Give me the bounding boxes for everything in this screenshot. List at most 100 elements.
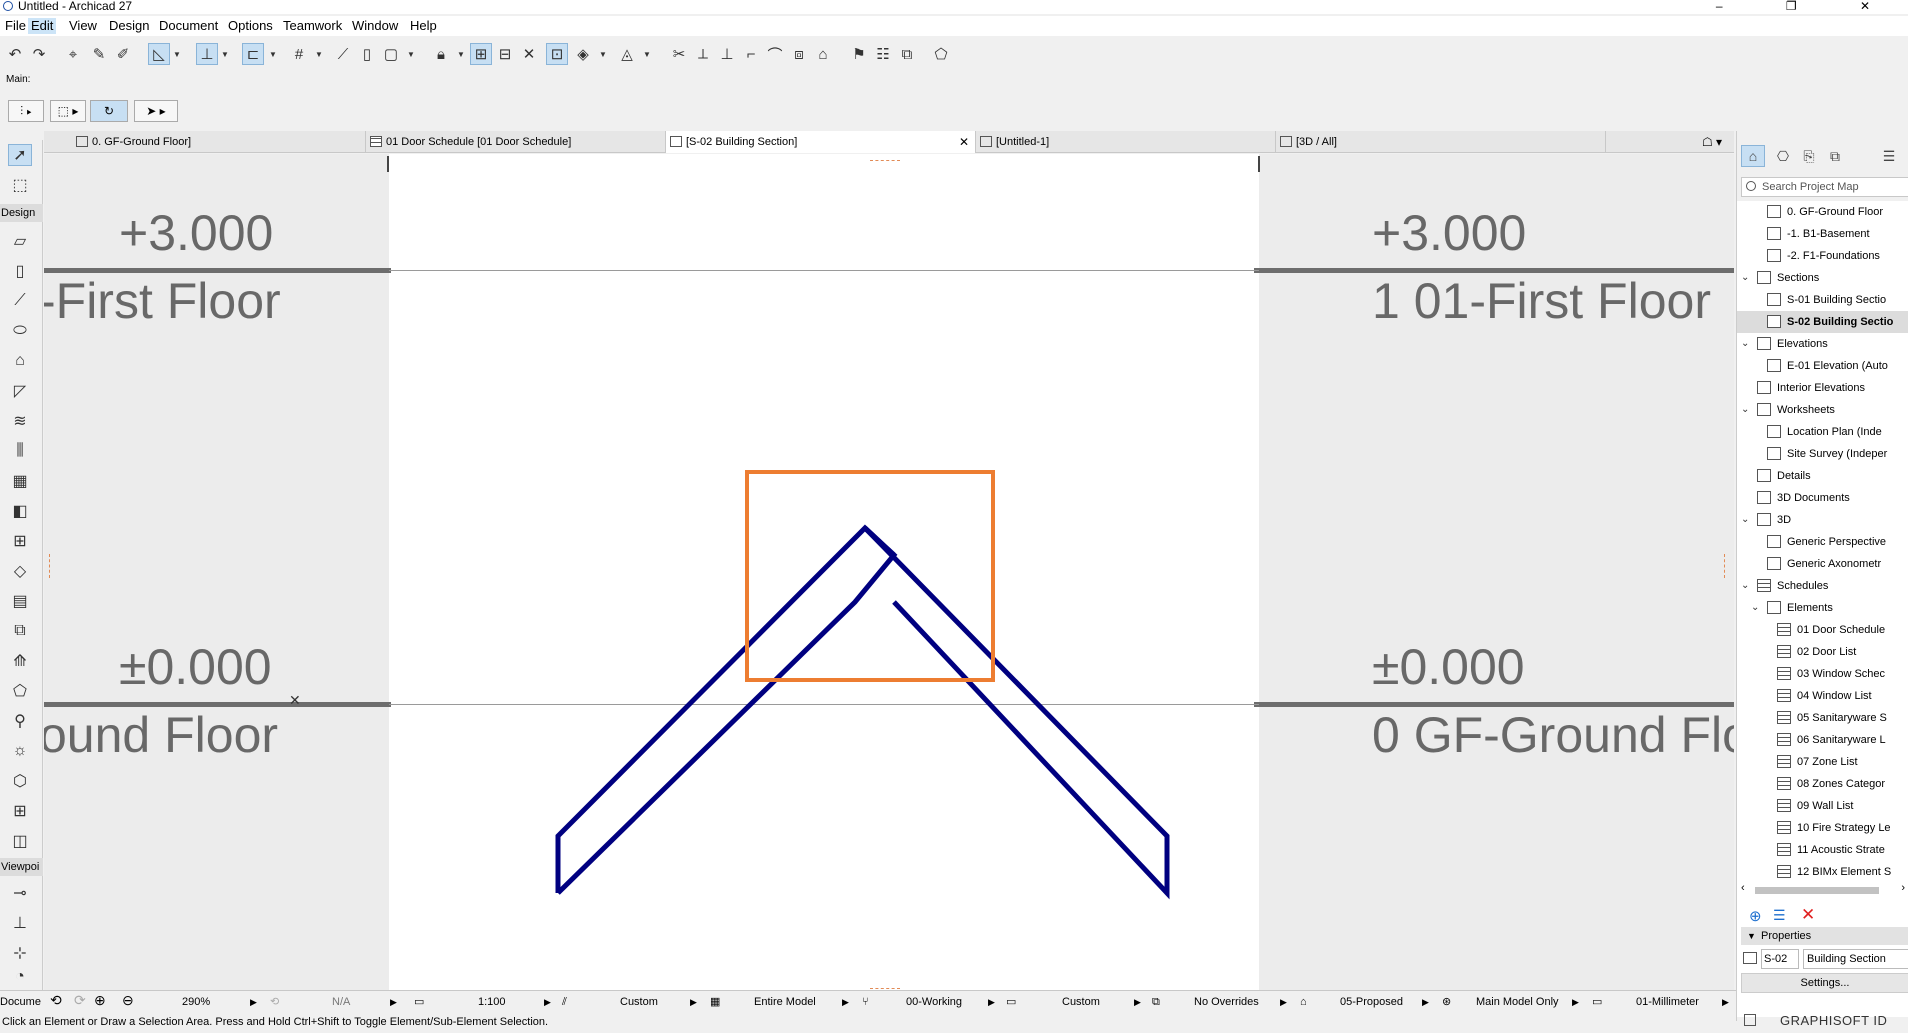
project-map-item[interactable]: S-01 Building Sectio <box>1737 289 1908 311</box>
pen-set-value[interactable]: 00-Working <box>906 994 962 1010</box>
curtain-wall-tool-icon[interactable]: ▦ <box>8 470 32 492</box>
tab-door-schedule[interactable]: 01 Door Schedule [01 Door Schedule] <box>366 131 666 153</box>
project-map-item[interactable]: 12 BIMx Element S <box>1737 861 1908 883</box>
settings-button[interactable]: Settings... <box>1741 973 1908 993</box>
project-map-item[interactable]: ⌄ Elements <box>1737 597 1908 619</box>
guide-lines-icon[interactable]: ◺ <box>148 43 170 65</box>
explode-icon[interactable]: ⧈ <box>788 43 810 65</box>
layout-book-icon[interactable]: ⎘ <box>1797 145 1821 167</box>
menu-view[interactable]: View <box>66 18 100 34</box>
menu-file[interactable]: File <box>2 18 29 34</box>
view-settings-icon[interactable]: ☰ <box>1773 907 1786 924</box>
renovation-dropdown-icon[interactable]: ▶ <box>1422 994 1429 1010</box>
overrides-dropdown-icon[interactable]: ▶ <box>1280 994 1287 1010</box>
arrow-tool-icon[interactable]: ➚ <box>8 144 32 166</box>
guide-dropdown-icon[interactable]: ▼ <box>172 43 182 65</box>
display-options-button[interactable]: ⫶ ▸ <box>8 100 44 122</box>
markup-icon[interactable]: ☷ <box>872 43 894 65</box>
close-icon[interactable]: ✕ <box>959 131 969 153</box>
project-map-item[interactable]: -1. B1-Basement <box>1737 223 1908 245</box>
project-map-item[interactable]: ⌄ Worksheets <box>1737 399 1908 421</box>
roof-tool-icon[interactable]: ⌂ <box>8 350 32 372</box>
delete-icon[interactable]: ✕ <box>1801 905 1815 925</box>
reference-icon[interactable]: ▯ <box>356 43 378 65</box>
project-map-item[interactable]: ⌄ 3D <box>1737 509 1908 531</box>
adjust-icon[interactable]: ⊥ <box>716 43 738 65</box>
stair-object-icon[interactable]: ⚲ <box>8 710 32 732</box>
view-frame-icon[interactable]: ▢ <box>380 43 402 65</box>
project-map-item[interactable]: 03 Window Schec <box>1737 663 1908 685</box>
menu-help[interactable]: Help <box>407 18 440 34</box>
object-tool-icon[interactable]: ⧉ <box>8 620 32 642</box>
overrides-value[interactable]: No Overrides <box>1194 994 1259 1010</box>
project-map-item[interactable]: 08 Zones Categor <box>1737 773 1908 795</box>
project-map-item[interactable]: Site Survey (Indeper <box>1737 443 1908 465</box>
layer-icon[interactable]: ◈ <box>572 43 594 65</box>
layer-combination-value[interactable]: Custom <box>620 994 658 1010</box>
rotate-icon[interactable]: ⟲ <box>270 994 279 1010</box>
scale-dropdown-icon[interactable]: ▶ <box>544 994 551 1010</box>
grid-dropdown-icon[interactable]: ▼ <box>314 43 324 65</box>
arrow-tool-button[interactable]: ➤ ▸ <box>134 100 178 122</box>
lamp-tool-icon[interactable]: ☼ <box>8 740 32 762</box>
expand-chevron-icon[interactable]: ⌄ <box>1741 333 1749 355</box>
selection-marquee[interactable] <box>745 470 995 682</box>
project-map-item[interactable]: 0. GF-Ground Floor <box>1737 201 1908 223</box>
panel-menu-icon[interactable]: ☰ <box>1877 145 1901 167</box>
project-map-item[interactable]: 05 Sanitaryware S <box>1737 707 1908 729</box>
add-view-icon[interactable]: ⊕ <box>1749 907 1762 925</box>
refresh-icon[interactable]: ⟲ <box>50 992 62 1008</box>
window-tool-icon[interactable]: ⊞ <box>8 530 32 552</box>
layer-dropdown-icon[interactable]: ▼ <box>598 43 608 65</box>
pen-set-dropdown-icon[interactable]: ▶ <box>988 994 995 1010</box>
snap-dropdown-icon[interactable]: ▼ <box>220 43 230 65</box>
fillet-icon[interactable]: ⌒ <box>764 43 786 65</box>
units-dropdown-icon[interactable]: ▶ <box>1722 994 1729 1010</box>
grid-snap-icon[interactable]: # <box>288 43 310 65</box>
model-view-dropdown-icon[interactable]: ▶ <box>842 994 849 1010</box>
beam-tool-icon[interactable]: ⟋ <box>8 290 32 312</box>
view-name-field[interactable]: Building Section <box>1803 949 1908 969</box>
gravity-dropdown-icon[interactable]: ▼ <box>268 43 278 65</box>
cross-icon[interactable]: ✕ <box>518 43 540 65</box>
gravity-icon[interactable]: ⊏ <box>242 43 264 65</box>
roof-section-drawing[interactable] <box>44 154 1734 994</box>
frame-dropdown-icon[interactable]: ▼ <box>406 43 416 65</box>
tab-ground-floor[interactable]: 0. GF-Ground Floor] <box>72 131 366 153</box>
railing-tool-icon[interactable]: ⫼ <box>8 440 32 462</box>
group-icon[interactable]: ⊡ <box>546 43 568 65</box>
skylight-tool-icon[interactable]: ◇ <box>8 560 32 582</box>
menu-design[interactable]: Design <box>106 18 152 34</box>
project-map-item[interactable]: Generic Perspective <box>1737 531 1908 553</box>
menu-options[interactable]: Options <box>225 18 276 34</box>
shell-tool-icon[interactable]: ◸ <box>8 380 32 402</box>
project-map-item[interactable]: S-02 Building Sectio <box>1737 311 1908 333</box>
opening-tool-icon[interactable]: ▤ <box>8 590 32 612</box>
renovation-value[interactable]: 05-Proposed <box>1340 994 1403 1010</box>
project-map-item[interactable]: Details <box>1737 465 1908 487</box>
bimx-icon[interactable]: ⬠ <box>930 43 952 65</box>
roof-left-slab[interactable] <box>555 524 898 895</box>
graphisoft-id-brand[interactable]: GRAPHISOFT ID <box>1736 1010 1908 1032</box>
column-tool-icon[interactable]: ▯ <box>8 260 32 282</box>
roof-right-slab[interactable] <box>863 526 1170 900</box>
tab-building-section[interactable]: [S-02 Building Section] ✕ <box>666 131 976 153</box>
mesh-tool-icon[interactable]: ⟰ <box>8 650 32 672</box>
project-map-item[interactable]: 09 Wall List <box>1737 795 1908 817</box>
flag-icon[interactable]: ⚑ <box>848 43 870 65</box>
project-map-item[interactable]: -2. F1-Foundations <box>1737 245 1908 267</box>
section-tool-icon[interactable]: ⊸ <box>8 882 32 904</box>
intersect-icon[interactable]: ⌐ <box>740 43 762 65</box>
expand-chevron-icon[interactable]: ⌄ <box>1741 575 1749 597</box>
layer-dropdown-icon[interactable]: ▶ <box>690 994 697 1010</box>
tab-list-dropdown-icon[interactable]: ☖ ▾ <box>1690 131 1734 153</box>
circle-triangle-icon[interactable]: ◬ <box>616 43 638 65</box>
model-only-dropdown-icon[interactable]: ▶ <box>1572 994 1579 1010</box>
wall-tool-icon[interactable]: ▱ <box>8 230 32 252</box>
zoom-value[interactable]: 290% <box>182 994 210 1010</box>
search-input[interactable]: Search Project Map <box>1741 177 1908 197</box>
project-map-item[interactable]: E-01 Elevation (Auto <box>1737 355 1908 377</box>
dimension-value[interactable]: Custom <box>1062 994 1100 1010</box>
project-map-item[interactable]: 10 Fire Strategy Le <box>1737 817 1908 839</box>
project-map-item[interactable]: 04 Window List <box>1737 685 1908 707</box>
